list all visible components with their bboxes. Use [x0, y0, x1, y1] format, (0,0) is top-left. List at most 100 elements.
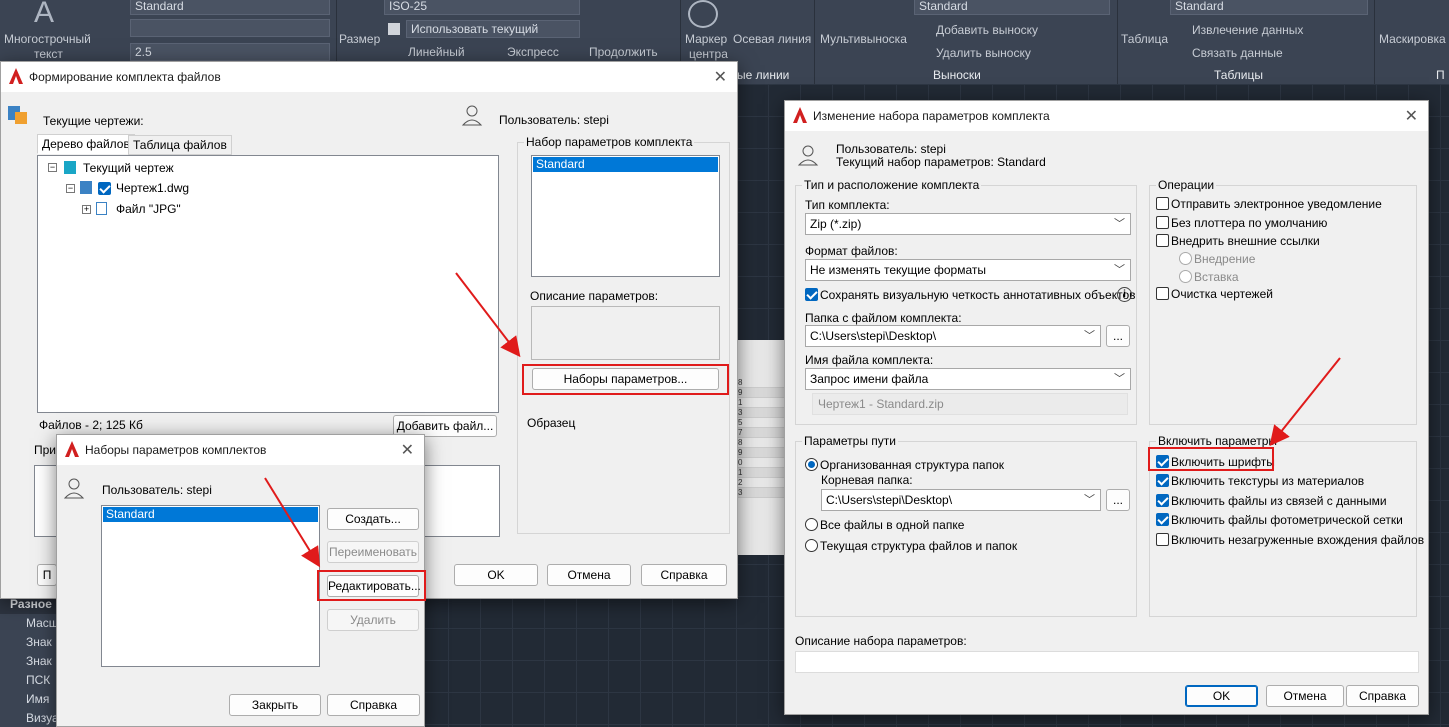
- text-style-dropdown[interactable]: Standard: [130, 0, 330, 15]
- keep-fidelity-label[interactable]: Сохранять визуальную четкость аннотативн…: [820, 288, 1136, 302]
- tree-item-jpg[interactable]: Файл "JPG": [116, 202, 181, 216]
- table-button[interactable]: Таблица: [1121, 32, 1168, 46]
- autocad-logo-icon: [9, 68, 23, 84]
- express-button[interactable]: Экспресс: [507, 45, 559, 59]
- ok-button[interactable]: OK: [454, 564, 538, 586]
- insert-radio[interactable]: [1179, 270, 1192, 283]
- root-value: C:\Users\stepi\Desktop\: [826, 493, 953, 507]
- help-button[interactable]: Справка: [641, 564, 727, 586]
- keep-struct-label[interactable]: Текущая структура файлов и папок: [820, 539, 1017, 553]
- root-browse-button[interactable]: ...: [1106, 489, 1130, 511]
- center-mark-label[interactable]: Маркер: [685, 32, 727, 46]
- include-textures-label[interactable]: Включить текстуры из материалов: [1171, 474, 1364, 488]
- props-row[interactable]: Визуа: [26, 709, 59, 727]
- tab-file-tree[interactable]: Дерево файлов: [37, 134, 135, 154]
- all-one-label[interactable]: Все файлы в одной папке: [820, 518, 964, 532]
- props-row[interactable]: Имя: [26, 690, 49, 709]
- close-icon[interactable]: ✕: [401, 440, 414, 460]
- masking-button[interactable]: Маскировка: [1379, 32, 1446, 46]
- link-data-button[interactable]: Связать данные: [1192, 46, 1283, 60]
- all-one-radio[interactable]: [805, 518, 818, 531]
- tree-item-drawing[interactable]: Чертеж1.dwg: [116, 181, 189, 195]
- props-row[interactable]: Знак: [26, 652, 52, 671]
- ok-button[interactable]: OK: [1185, 685, 1258, 707]
- center-line-button[interactable]: Осевая линия: [733, 32, 811, 46]
- close-icon[interactable]: ✕: [714, 67, 727, 87]
- root-dropdown[interactable]: C:\Users\stepi\Desktop\ ﹀: [821, 489, 1101, 511]
- continue-button[interactable]: Продолжить: [589, 45, 658, 59]
- setup-list-item[interactable]: Standard: [533, 157, 718, 172]
- bind-xrefs-label[interactable]: Внедрить внешние ссылки: [1171, 234, 1320, 248]
- setups-list-item[interactable]: Standard: [103, 507, 318, 522]
- include-unloaded-checkbox[interactable]: [1156, 533, 1169, 546]
- info-icon[interactable]: i: [1117, 287, 1132, 302]
- include-photometric-label[interactable]: Включить файлы фотометрической сетки: [1171, 513, 1403, 527]
- text-height-dropdown[interactable]: 2.5: [130, 43, 330, 61]
- expand-icon[interactable]: −: [48, 163, 57, 172]
- leader-style-dropdown[interactable]: Standard: [914, 0, 1110, 15]
- organized-radio[interactable]: [805, 458, 818, 471]
- purge-label[interactable]: Очистка чертежей: [1171, 287, 1273, 301]
- props-row[interactable]: ПСК: [26, 671, 50, 690]
- bottom-left-button[interactable]: П: [37, 564, 57, 586]
- help-button[interactable]: Справка: [327, 694, 420, 716]
- close-button[interactable]: Закрыть: [229, 694, 321, 716]
- format-dropdown[interactable]: Не изменять текущие форматы ﹀: [805, 259, 1131, 281]
- send-email-label[interactable]: Отправить электронное уведомление: [1171, 197, 1382, 211]
- tree-item-current[interactable]: Текущий чертеж: [83, 161, 174, 175]
- keep-struct-radio[interactable]: [805, 539, 818, 552]
- type-dropdown[interactable]: Zip (*.zip) ﹀: [805, 213, 1131, 235]
- no-plotter-label[interactable]: Без плоттера по умолчанию: [1171, 216, 1327, 230]
- insert-label[interactable]: Вставка: [1194, 270, 1239, 284]
- purge-checkbox[interactable]: [1156, 287, 1169, 300]
- tab-file-table[interactable]: Таблица файлов: [128, 135, 232, 155]
- dim-style-dropdown[interactable]: ISO-25: [384, 0, 580, 15]
- expand-icon[interactable]: +: [82, 205, 91, 214]
- setups-list[interactable]: Standard: [101, 505, 320, 667]
- close-icon[interactable]: ✕: [1405, 106, 1418, 126]
- cancel-button[interactable]: Отмена: [547, 564, 631, 586]
- panel-tables-label: Таблицы: [1214, 68, 1264, 82]
- file-tree[interactable]: − Текущий чертеж − Чертеж1.dwg + Файл "J…: [37, 155, 499, 413]
- cancel-button[interactable]: Отмена: [1266, 685, 1344, 707]
- setup-desc-field[interactable]: [795, 651, 1419, 673]
- keep-fidelity-checkbox[interactable]: [805, 288, 818, 301]
- mtext-icon[interactable]: A: [34, 0, 64, 28]
- delete-button[interactable]: Удалить: [327, 609, 419, 631]
- help-button[interactable]: Справка: [1346, 685, 1419, 707]
- organized-label[interactable]: Организованная структура папок: [820, 458, 1004, 472]
- tree-item-checkbox[interactable]: [98, 182, 111, 195]
- folder-browse-button[interactable]: ...: [1106, 325, 1130, 347]
- filename-dropdown[interactable]: Запрос имени файла ﹀: [805, 368, 1131, 390]
- center-mark-label2[interactable]: центра: [689, 47, 728, 61]
- setup-list[interactable]: Standard: [531, 155, 720, 277]
- create-button[interactable]: Создать...: [327, 508, 419, 530]
- no-plotter-checkbox[interactable]: [1156, 216, 1169, 229]
- center-mark-icon[interactable]: [688, 0, 718, 28]
- extract-data-button[interactable]: Извлечение данных: [1192, 23, 1303, 37]
- rename-button[interactable]: Переименовать: [327, 541, 419, 563]
- table-style-dropdown[interactable]: Standard: [1170, 0, 1368, 15]
- dim-label[interactable]: Размер: [339, 32, 380, 46]
- include-data-links-checkbox[interactable]: [1156, 494, 1169, 507]
- mtext-label[interactable]: Многострочный: [4, 32, 91, 46]
- text-search-field[interactable]: [130, 19, 330, 37]
- props-row[interactable]: Масш: [26, 614, 58, 633]
- send-email-checkbox[interactable]: [1156, 197, 1169, 210]
- folder-dropdown[interactable]: C:\Users\stepi\Desktop\ ﹀: [805, 325, 1101, 347]
- include-data-links-label[interactable]: Включить файлы из связей с данными: [1171, 494, 1387, 508]
- mtext-label2[interactable]: текст: [34, 47, 63, 61]
- bind-label[interactable]: Внедрение: [1194, 252, 1255, 266]
- bind-radio[interactable]: [1179, 252, 1192, 265]
- include-photometric-checkbox[interactable]: [1156, 513, 1169, 526]
- use-current-dropdown[interactable]: Использовать текущий: [406, 20, 580, 38]
- linear-button[interactable]: Линейный: [408, 45, 465, 59]
- include-textures-checkbox[interactable]: [1156, 474, 1169, 487]
- bind-xrefs-checkbox[interactable]: [1156, 234, 1169, 247]
- add-leader-button[interactable]: Добавить выноску: [936, 23, 1038, 37]
- include-unloaded-label[interactable]: Включить незагруженные вхождения файлов: [1171, 533, 1424, 547]
- props-row[interactable]: Знак: [26, 633, 52, 652]
- expand-icon[interactable]: −: [66, 184, 75, 193]
- multileader-button[interactable]: Мультивыноска: [820, 32, 907, 46]
- remove-leader-button[interactable]: Удалить выноску: [936, 46, 1031, 60]
